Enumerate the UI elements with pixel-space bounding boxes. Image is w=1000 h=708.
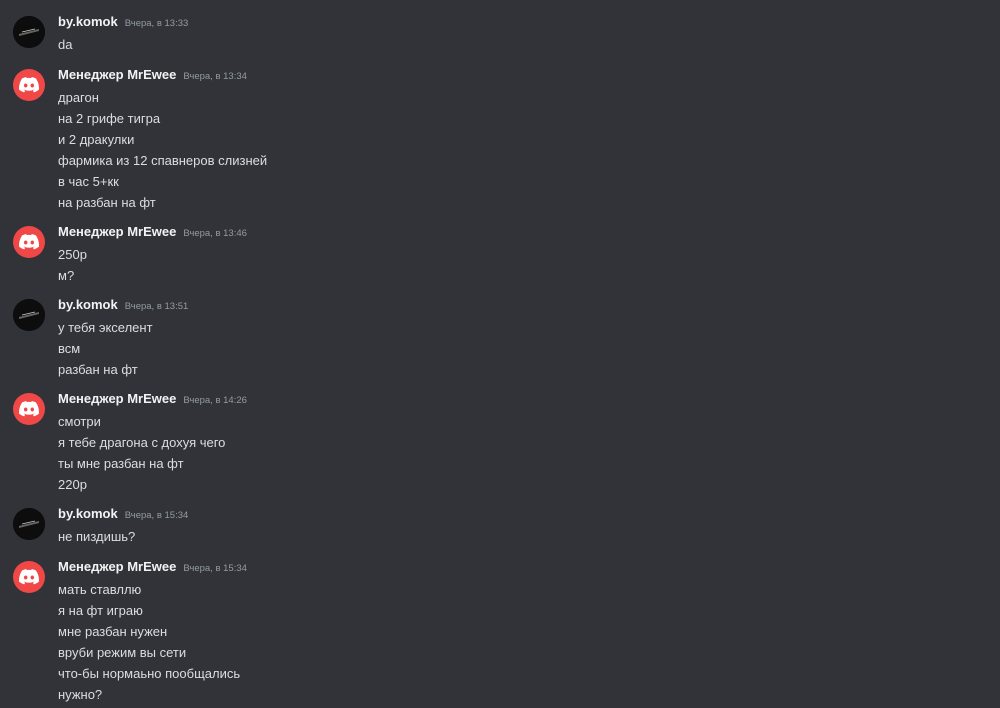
timestamp: Вчера, в 14:26 xyxy=(183,395,247,406)
discord-avatar[interactable] xyxy=(13,561,45,593)
timestamp: Вчера, в 13:33 xyxy=(124,18,189,29)
avatar-image xyxy=(13,508,45,540)
discord-icon xyxy=(19,234,39,250)
message-text: 250р xyxy=(58,247,87,262)
user-avatar[interactable] xyxy=(13,299,45,331)
author-name[interactable]: Менеджер MrEwee xyxy=(58,224,176,239)
author-name[interactable]: Менеджер MrEwee xyxy=(58,67,176,82)
message-text: смотри xyxy=(58,414,101,429)
message-text: нужно? xyxy=(58,687,103,702)
message-text: драгон xyxy=(58,90,99,105)
message-text: всм xyxy=(58,341,81,356)
message-text: я на фт играю xyxy=(58,603,143,618)
avatar-image xyxy=(13,16,45,48)
message-text: da xyxy=(58,37,73,52)
message-text: м? xyxy=(58,268,75,283)
message-text: 220р xyxy=(58,477,87,492)
discord-avatar[interactable] xyxy=(13,226,45,258)
chat-messages: by.komok Вчера, в 13:33 da Менеджер MrEw… xyxy=(0,0,1000,708)
author-name[interactable]: Менеджер MrEwee xyxy=(58,391,176,406)
timestamp: Вчера, в 13:46 xyxy=(183,228,247,239)
timestamp: Вчера, в 15:34 xyxy=(124,510,189,521)
message-text: разбан на фт xyxy=(58,362,138,377)
message-text: не пиздишь? xyxy=(58,529,136,544)
timestamp: Вчера, в 15:34 xyxy=(183,563,247,574)
discord-icon xyxy=(19,569,39,585)
message-text: фармика из 12 спавнеров слизней xyxy=(58,153,268,168)
discord-avatar[interactable] xyxy=(13,69,45,101)
author-name[interactable]: by.komok xyxy=(58,506,118,521)
user-avatar[interactable] xyxy=(13,508,45,540)
author-name[interactable]: by.komok xyxy=(58,14,118,29)
message-text: вруби режим вы сети xyxy=(58,645,187,660)
discord-avatar[interactable] xyxy=(13,393,45,425)
message-text: на 2 грифе тигра xyxy=(58,111,161,126)
timestamp: Вчера, в 13:34 xyxy=(183,71,247,82)
author-name[interactable]: Менеджер MrEwee xyxy=(58,559,176,574)
discord-icon xyxy=(19,401,39,417)
timestamp: Вчера, в 13:51 xyxy=(124,301,189,312)
message-text: я тебе драгона с дохуя чего xyxy=(58,435,226,450)
message-text: что-бы нормаьно пообщались xyxy=(58,666,241,681)
message-text: у тебя экселент xyxy=(58,320,153,335)
avatar-image xyxy=(13,299,45,331)
message-text: на разбан на фт xyxy=(58,195,156,210)
message-text: и 2 дракулки xyxy=(58,132,135,147)
message-text: ты мне разбан на фт xyxy=(58,456,184,471)
author-name[interactable]: by.komok xyxy=(58,297,118,312)
user-avatar[interactable] xyxy=(13,16,45,48)
message-text: мать ставллю xyxy=(58,582,142,597)
message-text: в час 5+кк xyxy=(58,174,119,189)
discord-icon xyxy=(19,77,39,93)
message-text: мне разбан нужен xyxy=(58,624,168,639)
